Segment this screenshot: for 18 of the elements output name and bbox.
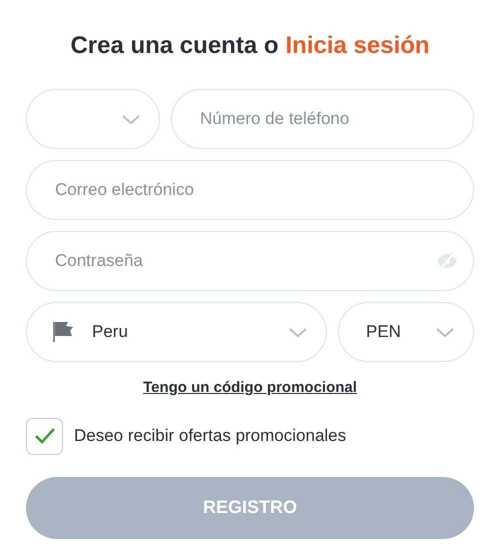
phone-number-field[interactable]: Número de teléfono <box>171 89 474 149</box>
password-field[interactable]: Contraseña <box>26 231 474 291</box>
chevron-down-icon <box>435 326 455 338</box>
eye-hidden-icon[interactable] <box>436 253 458 269</box>
country-value: Peru <box>92 321 129 344</box>
email-field[interactable]: Correo electrónico <box>26 160 474 220</box>
heading-text: Crea una cuenta o <box>70 31 278 61</box>
chevron-down-icon <box>288 326 308 338</box>
currency-value: PEN <box>366 321 402 344</box>
offers-label: Deseo recibir ofertas promocionales <box>74 425 346 448</box>
currency-dropdown[interactable]: PEN <box>338 302 474 362</box>
flag-icon <box>53 321 74 343</box>
offers-checkbox[interactable] <box>26 418 63 454</box>
promo-code-link[interactable]: Tengo un código promocional <box>143 377 357 400</box>
chevron-down-icon <box>121 114 141 124</box>
country-code-dropdown[interactable] <box>26 89 160 149</box>
checkmark-icon <box>34 427 56 445</box>
country-dropdown[interactable]: Peru <box>26 302 327 362</box>
